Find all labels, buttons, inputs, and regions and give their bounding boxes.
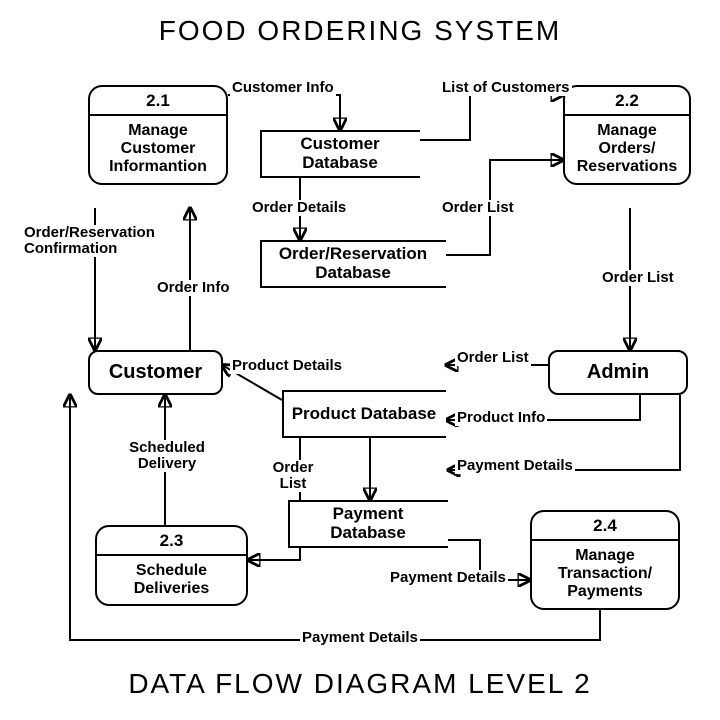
datastore-customer-db: Customer Database (260, 130, 420, 178)
datastore-order-db: Order/Reservation Database (260, 240, 446, 288)
flow-label: Order Info (155, 280, 232, 296)
process-number: 2.3 (97, 527, 246, 556)
flow-label: Scheduled Delivery (120, 440, 214, 472)
datastore-label: Customer Database (268, 135, 412, 172)
process-2-2: 2.2 Manage Orders/ Reservations (563, 85, 691, 185)
process-number: 2.2 (565, 87, 689, 116)
diagram-subtitle: DATA FLOW DIAGRAM LEVEL 2 (0, 668, 720, 700)
flow-label: Order List (440, 200, 516, 216)
datastore-product-db: Product Database (282, 390, 446, 438)
flow-label: Order List (265, 460, 321, 492)
entity-admin: Admin (548, 350, 688, 395)
flow-label: Product Details (230, 358, 344, 374)
flow-label: Payment Details (388, 570, 508, 586)
flow-label: Order Details (250, 200, 348, 216)
diagram-title: FOOD ORDERING SYSTEM (0, 15, 720, 47)
process-2-4: 2.4 Manage Transaction/ Payments (530, 510, 680, 610)
process-label: Manage Orders/ Reservations (565, 116, 689, 183)
entity-customer: Customer (88, 350, 223, 395)
process-number: 2.1 (90, 87, 226, 116)
flow-label: Customer Info (230, 80, 336, 96)
process-2-1: 2.1 Manage Customer Informantion (88, 85, 228, 185)
process-label: Manage Transaction/ Payments (532, 541, 678, 608)
flow-label: List of Customers (440, 80, 572, 96)
datastore-label: Order/Reservation Database (268, 245, 438, 282)
flow-label: Payment Details (455, 458, 575, 474)
process-number: 2.4 (532, 512, 678, 541)
flow-label: Product Info (455, 410, 547, 426)
datastore-label: Payment Database (296, 505, 440, 542)
process-2-3: 2.3 Schedule Deliveries (95, 525, 248, 606)
flow-label: Payment Details (300, 630, 420, 646)
process-label: Schedule Deliveries (97, 556, 246, 605)
datastore-label: Product Database (292, 405, 437, 424)
process-label: Manage Customer Informantion (90, 116, 226, 183)
flow-label: Order List (600, 270, 676, 286)
flow-label: Order List (455, 350, 531, 366)
datastore-payment-db: Payment Database (288, 500, 448, 548)
flow-label: Order/Reservation Confirmation (22, 225, 156, 257)
dfd-canvas: FOOD ORDERING SYSTEM DATA FLOW DIAGRAM L… (0, 0, 720, 720)
